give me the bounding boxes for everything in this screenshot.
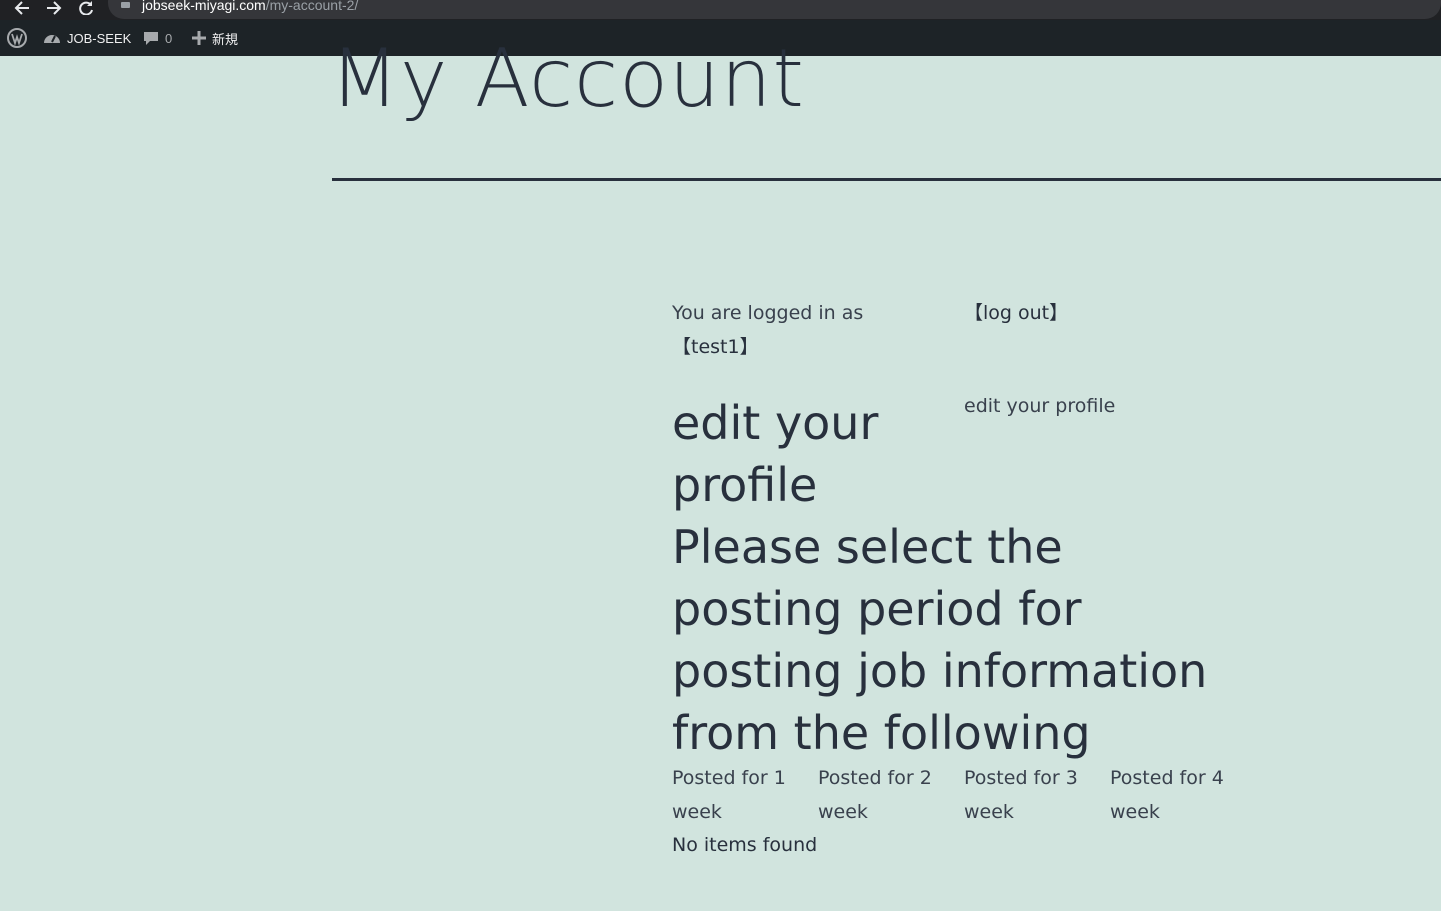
logged-in-text: You are logged in as xyxy=(672,302,864,324)
url-path: /my-account-2/ xyxy=(265,0,359,13)
url-host: jobseek-miyagi.com xyxy=(142,0,266,13)
posting-period-heading: Please select the posting period for pos… xyxy=(672,520,1208,760)
plus-icon xyxy=(192,31,206,45)
edit-profile-heading: edit your profile xyxy=(672,396,879,512)
comment-bubble-icon xyxy=(143,30,159,46)
posting-option-1-week[interactable]: Posted for 1 week xyxy=(672,761,802,829)
site-name-menu[interactable]: JOB-SEEK xyxy=(43,20,131,56)
forward-arrow-icon xyxy=(47,1,62,15)
logout-link[interactable]: 【log out】 xyxy=(964,296,1068,330)
login-status: You are logged in as 【test1】 xyxy=(672,296,872,364)
username: 【test1】 xyxy=(672,336,759,358)
browser-toolbar: jobseek-miyagi.com/my-account-2/ xyxy=(0,0,1441,20)
no-items-message: No items found xyxy=(672,834,818,856)
new-content-menu[interactable]: 新規 xyxy=(192,20,238,56)
posting-option-4-week[interactable]: Posted for 4 week xyxy=(1110,761,1240,829)
page-title: My Account xyxy=(330,32,805,125)
comments-count: 0 xyxy=(165,30,173,46)
new-label: 新規 xyxy=(212,31,239,47)
url-text[interactable]: jobseek-miyagi.com/my-account-2/ xyxy=(142,0,358,13)
posting-option-2-week[interactable]: Posted for 2 week xyxy=(818,761,948,829)
wordpress-logo-icon xyxy=(7,28,27,48)
back-arrow-icon xyxy=(14,1,29,15)
edit-profile-link[interactable]: edit your profile xyxy=(964,389,1115,423)
forward-button[interactable] xyxy=(42,0,66,16)
back-button[interactable] xyxy=(10,0,34,16)
reload-icon xyxy=(79,1,93,15)
dashboard-icon xyxy=(43,30,61,46)
posting-option-3-week[interactable]: Posted for 3 week xyxy=(964,761,1094,829)
reload-button[interactable] xyxy=(74,0,98,16)
comments-menu[interactable]: 0 xyxy=(143,20,172,56)
lock-icon xyxy=(121,2,130,8)
wordpress-menu[interactable] xyxy=(7,20,27,56)
title-divider xyxy=(332,178,1441,181)
site-name: JOB-SEEK xyxy=(67,30,132,46)
